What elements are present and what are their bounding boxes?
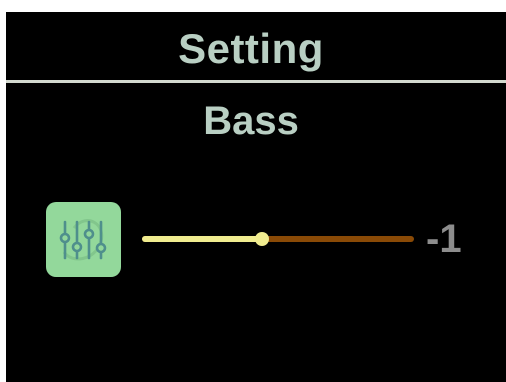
page-title: Setting bbox=[178, 25, 324, 72]
bass-slider[interactable] bbox=[142, 228, 414, 250]
settings-screen: Setting Bass -1 bbox=[6, 12, 506, 382]
setting-value: -1 bbox=[426, 217, 462, 261]
setting-name: Bass bbox=[203, 99, 299, 143]
slider-fill bbox=[142, 236, 262, 242]
slider-knob[interactable] bbox=[255, 232, 269, 246]
equalizer-icon bbox=[46, 202, 121, 277]
header-divider bbox=[6, 80, 506, 83]
